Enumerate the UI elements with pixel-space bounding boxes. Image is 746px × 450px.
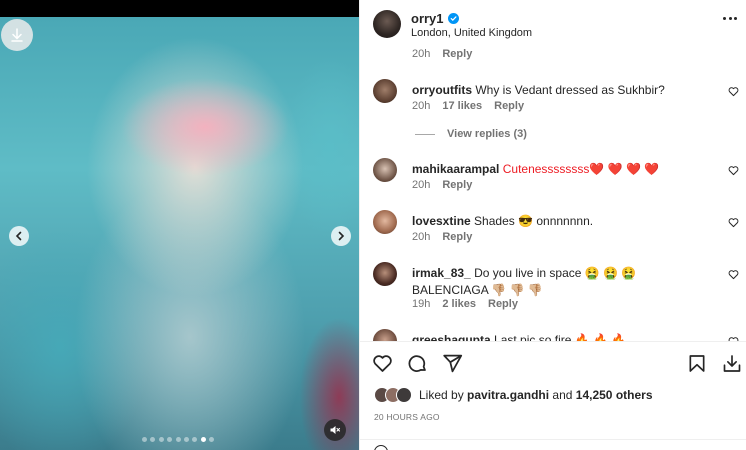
carousel-dot (209, 437, 215, 442)
download-button[interactable] (1, 19, 33, 51)
post-header: orry1 London, United Kingdom (360, 0, 746, 48)
others-count[interactable]: 14,250 others (576, 388, 653, 402)
carousel-dot (150, 437, 156, 442)
comment-bubble-icon[interactable] (407, 353, 428, 374)
comment-like-heart-icon[interactable] (728, 86, 739, 97)
comment-time: 20h (412, 48, 431, 60)
commenter-avatar[interactable] (373, 329, 397, 341)
post-photo (0, 17, 359, 450)
commenter-avatar[interactable] (373, 262, 397, 286)
view-replies-button[interactable]: View replies (3) (415, 128, 527, 140)
view-replies-line (415, 133, 435, 135)
likes-text: Liked by pavitra.gandhi and 14,250 other… (419, 388, 653, 402)
media-top-bar (0, 0, 359, 17)
comment-likes[interactable]: 2 likes (442, 298, 476, 310)
comment-body: Why is Vedant dressed as Sukhbir? (475, 83, 665, 97)
carousel-next-button[interactable] (331, 226, 351, 246)
carousel-dots (142, 437, 215, 442)
download-icon[interactable] (722, 353, 742, 374)
reply-button[interactable]: Reply (442, 48, 472, 60)
commenter-username[interactable]: irmak_83_ (412, 266, 471, 280)
liked-by-prefix: Liked by (419, 388, 464, 402)
post-media (0, 0, 359, 450)
save-bookmark-icon[interactable] (687, 353, 707, 374)
comment-text: greeshagupta Last pic so fire 🔥 🔥 🔥 (412, 332, 712, 341)
post-actions: Liked by pavitra.gandhi and 14,250 other… (360, 341, 746, 450)
comment-meta: 20h Reply (412, 179, 472, 191)
comment-meta: 20h Reply (412, 231, 472, 243)
emoji-icon[interactable] (374, 445, 388, 450)
carousel-dot (158, 437, 164, 442)
comment-time: 20h (412, 179, 431, 191)
likes-summary: Liked by pavitra.gandhi and 14,250 other… (374, 387, 653, 403)
carousel-dot (183, 437, 189, 442)
post-location[interactable]: London, United Kingdom (411, 27, 532, 39)
commenter-username[interactable]: lovesxtine (412, 214, 471, 228)
chevron-right-icon (338, 231, 345, 241)
reply-button[interactable]: Reply (442, 179, 472, 191)
carousel-dot (142, 437, 147, 442)
comment-meta: 20h 17 likes Reply (412, 100, 524, 112)
carousel-dot (175, 437, 181, 442)
author-username[interactable]: orry1 (411, 11, 444, 26)
speaker-muted-icon (330, 426, 341, 434)
commenter-avatar[interactable] (373, 210, 397, 234)
commenter-username[interactable]: greeshagupta (412, 333, 491, 341)
comment-text: lovesxtine Shades 😎 onnnnnnn. (412, 213, 712, 230)
likes-and: and (552, 388, 573, 402)
carousel-prev-button[interactable] (9, 226, 29, 246)
comment-time: 20h (412, 100, 431, 112)
reply-button[interactable]: Reply (488, 298, 518, 310)
like-heart-icon[interactable] (372, 353, 393, 374)
verified-badge-icon (447, 13, 459, 24)
carousel-dot (200, 437, 206, 442)
liker-username[interactable]: pavitra.gandhi (467, 388, 549, 402)
carousel-dot (192, 437, 198, 442)
comments-list[interactable]: 20h Reply orryoutfits Why is Vedant dres… (360, 48, 746, 341)
chevron-left-icon (15, 231, 22, 241)
comment-text: irmak_83_ Do you live in space 🤮 🤮 🤮 BAL… (412, 265, 712, 299)
post-side-panel: orry1 London, United Kingdom 20h Reply o… (359, 0, 746, 450)
share-paper-plane-icon[interactable] (442, 353, 463, 374)
comment-like-heart-icon[interactable] (728, 165, 739, 176)
comment-body: Last pic so fire 🔥 🔥 🔥 (494, 333, 627, 341)
comment-like-heart-icon[interactable] (728, 269, 739, 280)
comment-text: mahikaarampal Cutenessssssss❤️ ❤️ ❤️ ❤️ (412, 161, 712, 178)
commenter-username[interactable]: orryoutfits (412, 83, 472, 97)
comment-text: orryoutfits Why is Vedant dressed as Suk… (412, 82, 712, 99)
previous-comment-meta: 20h Reply (412, 48, 472, 60)
author-username-row: orry1 (411, 11, 459, 26)
comment-like-heart-icon[interactable] (728, 217, 739, 228)
comment-body: Shades 😎 onnnnnnn. (474, 214, 594, 228)
reply-button[interactable]: Reply (442, 231, 472, 243)
author-avatar[interactable] (373, 10, 401, 38)
liker-avatar[interactable] (396, 387, 412, 403)
download-arrow-icon (11, 28, 23, 42)
view-replies-label: View replies (3) (447, 128, 527, 140)
commenter-avatar[interactable] (373, 79, 397, 103)
comment-meta: 19h 2 likes Reply (412, 298, 518, 310)
comment-body: Cutenessssssss❤️ ❤️ ❤️ ❤️ (502, 162, 660, 176)
more-options-icon[interactable] (723, 17, 737, 20)
comment-likes[interactable]: 17 likes (442, 100, 482, 112)
commenter-username[interactable]: mahikaarampal (412, 162, 499, 176)
reply-button[interactable]: Reply (494, 100, 524, 112)
comment-time: 20h (412, 231, 431, 243)
carousel-dot (167, 437, 173, 442)
mute-button[interactable] (324, 419, 346, 441)
post-timestamp[interactable]: 20 HOURS AGO (374, 412, 440, 422)
comment-time: 19h (412, 298, 431, 310)
add-comment-bar (360, 439, 746, 450)
commenter-avatar[interactable] (373, 158, 397, 182)
